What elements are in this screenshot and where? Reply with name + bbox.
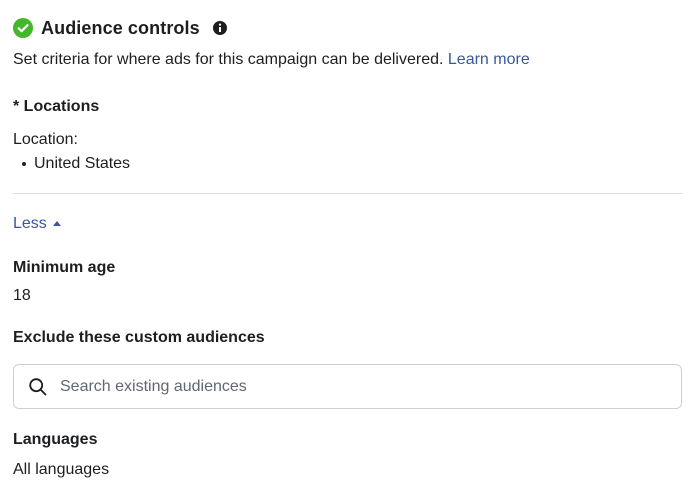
page-title: Audience controls xyxy=(41,18,200,38)
minimum-age-label: Minimum age xyxy=(13,259,116,276)
exclude-audiences-label: Exclude these custom audiences xyxy=(13,329,265,346)
info-icon[interactable] xyxy=(212,20,228,36)
description-text: Set criteria for where ads for this camp… xyxy=(13,51,444,68)
languages-value: All languages xyxy=(13,461,110,478)
languages-label: Languages xyxy=(13,431,98,448)
check-circle-icon xyxy=(13,18,33,38)
less-toggle[interactable]: Less xyxy=(13,213,61,235)
location-field-label: Location: xyxy=(13,131,78,148)
search-icon xyxy=(29,377,47,395)
section-divider xyxy=(13,193,682,194)
location-list-item: United States xyxy=(22,153,130,175)
audience-controls-panel: Audience controls Set criteria for where… xyxy=(0,0,700,495)
locations-label: * Locations xyxy=(13,98,100,115)
section-description: Set criteria for where ads for this camp… xyxy=(13,49,530,71)
caret-up-icon xyxy=(52,221,61,226)
search-audiences-box[interactable] xyxy=(13,364,682,409)
section-header: Audience controls xyxy=(13,14,228,42)
learn-more-link[interactable]: Learn more xyxy=(448,51,530,68)
bullet-icon xyxy=(22,162,26,166)
location-value: United States xyxy=(34,155,131,172)
search-audiences-input[interactable] xyxy=(60,375,660,398)
minimum-age-value: 18 xyxy=(13,287,31,304)
less-toggle-label: Less xyxy=(13,215,47,232)
